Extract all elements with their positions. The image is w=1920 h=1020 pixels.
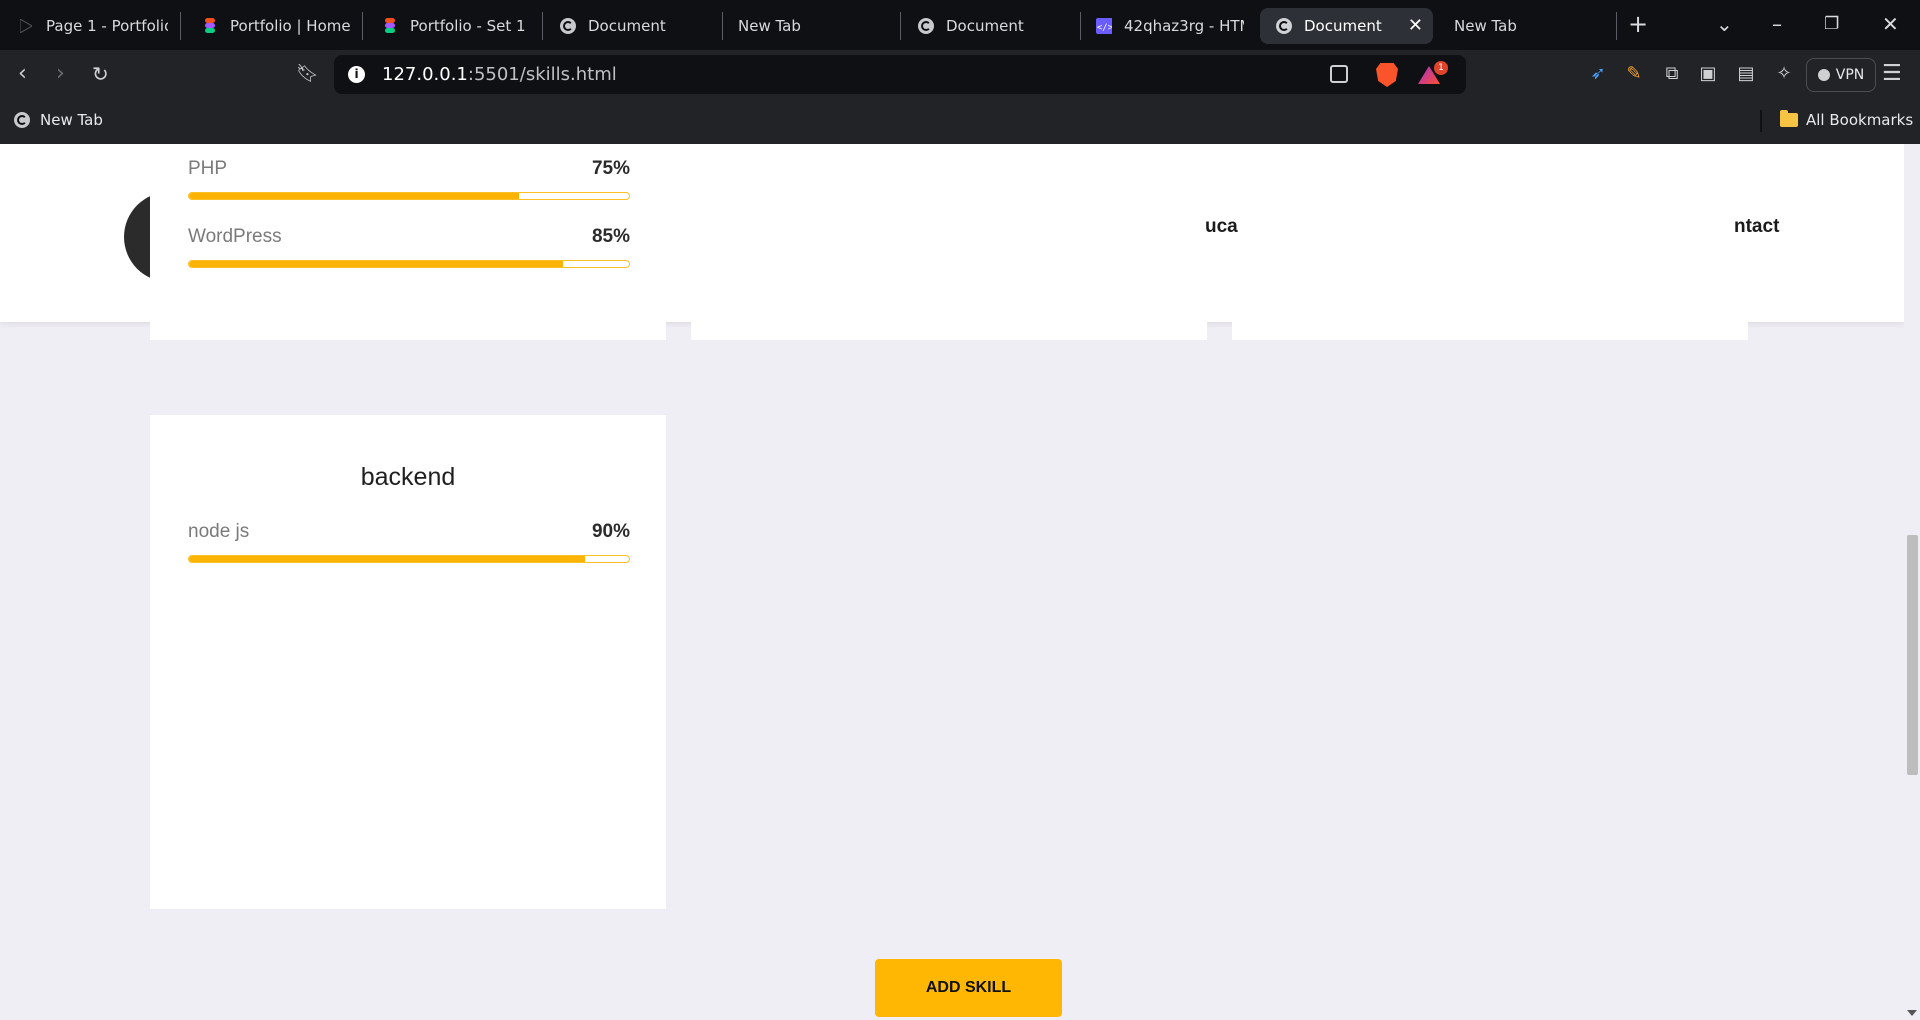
tab-title: New Tab bbox=[738, 17, 801, 35]
skill-progress-bar bbox=[188, 260, 630, 268]
globe-icon bbox=[1276, 18, 1292, 34]
tab-title: Document bbox=[946, 17, 1024, 35]
tab-divider bbox=[900, 12, 901, 40]
tab-document-1[interactable]: Document bbox=[560, 8, 710, 44]
tab-divider bbox=[1080, 12, 1081, 40]
scrollbar-thumb[interactable] bbox=[1907, 535, 1918, 775]
skill-percent: 75% bbox=[591, 158, 630, 179]
tab-divider bbox=[180, 12, 181, 40]
skill-card-top-right bbox=[1232, 314, 1748, 340]
skill-name: PHP bbox=[188, 158, 228, 179]
svg-text:</>: </> bbox=[1097, 23, 1112, 33]
window-close-icon[interactable]: ✕ bbox=[1882, 12, 1899, 36]
skill-progress-fill bbox=[189, 261, 563, 267]
url-host: 127.0.0.1 bbox=[382, 64, 468, 85]
bookmark-label: New Tab bbox=[40, 111, 103, 129]
globe-icon bbox=[14, 112, 30, 128]
tab-title: 42qhaz3rg - HTM bbox=[1124, 17, 1244, 35]
globe-icon bbox=[560, 18, 576, 34]
tab-title: Portfolio | Home A bbox=[230, 17, 350, 35]
tab-document-active[interactable]: Document ✕ bbox=[1260, 8, 1433, 44]
page-scrollbar[interactable] bbox=[1904, 144, 1920, 1020]
tab-portfolio-set1[interactable]: Portfolio - Set 1 – bbox=[382, 8, 530, 44]
tab-new-tab-2[interactable]: New Tab bbox=[1454, 8, 1604, 44]
add-skill-button[interactable]: ADD SKILL bbox=[875, 959, 1062, 1017]
minimize-icon[interactable]: – bbox=[1772, 12, 1782, 36]
skill-progress-bar bbox=[188, 555, 630, 563]
vpn-label: VPN bbox=[1835, 67, 1865, 83]
bookmarks-divider bbox=[1760, 110, 1762, 132]
nav-link-education[interactable]: uca bbox=[1205, 216, 1238, 238]
skill-progress-bar bbox=[188, 192, 630, 200]
url-text[interactable]: 127.0.0.1:5501/skills.html bbox=[382, 64, 617, 85]
play-icon bbox=[18, 18, 34, 34]
address-bar[interactable]: i 127.0.0.1:5501/skills.html bbox=[334, 55, 1466, 94]
tab-page1[interactable]: Page 1 - Portfolio bbox=[18, 8, 168, 44]
figma-icon bbox=[382, 18, 398, 34]
site-info-icon[interactable]: i bbox=[348, 66, 365, 83]
forward-icon[interactable]: › bbox=[56, 60, 65, 88]
tab-title: New Tab bbox=[1454, 17, 1517, 35]
tab-divider bbox=[1616, 12, 1617, 40]
skill-percent: 85% bbox=[591, 226, 630, 247]
close-icon[interactable]: ✕ bbox=[1408, 16, 1423, 36]
share-icon[interactable] bbox=[1330, 65, 1348, 83]
skill-name: node js bbox=[188, 521, 250, 542]
tab-title: Portfolio - Set 1 – bbox=[410, 17, 530, 35]
folder-icon bbox=[1780, 110, 1798, 127]
skill-card-backend: backend node js 90% bbox=[150, 415, 666, 909]
tab-divider bbox=[542, 12, 543, 40]
menu-icon[interactable]: ☰ bbox=[1882, 62, 1902, 86]
tab-search-chevron-icon[interactable]: ⌄ bbox=[1716, 12, 1733, 36]
code-icon: </> bbox=[1096, 18, 1112, 34]
skill-card-top-middle bbox=[691, 314, 1207, 340]
new-tab-plus-icon[interactable]: + bbox=[1628, 12, 1648, 36]
nav-link-contact[interactable]: ntact bbox=[1734, 216, 1779, 238]
tab-divider bbox=[362, 12, 363, 40]
bookmark-icon[interactable]: 🔖︎ bbox=[296, 60, 319, 88]
page-viewport: uca ntact PHP 75% WordPress 85% backend … bbox=[0, 144, 1904, 1020]
rewards-badge: 1 bbox=[1434, 61, 1448, 75]
tab-title: Page 1 - Portfolio bbox=[46, 17, 168, 35]
url-path: :5501/skills.html bbox=[467, 64, 617, 85]
globe-icon bbox=[918, 18, 934, 34]
all-bookmarks-label: All Bookmarks bbox=[1806, 111, 1914, 129]
leo-ai-icon[interactable]: ✧ bbox=[1774, 64, 1794, 84]
reload-icon[interactable]: ↻ bbox=[92, 60, 109, 88]
scroll-down-arrow-icon[interactable] bbox=[1907, 1010, 1917, 1016]
skill-progress-fill bbox=[189, 193, 519, 199]
vpn-button[interactable]: VPN bbox=[1806, 58, 1876, 92]
pen-extension-icon[interactable]: ✎ bbox=[1624, 64, 1644, 84]
tab-portfolio-home[interactable]: Portfolio | Home A bbox=[202, 8, 350, 44]
vpn-status-icon bbox=[1817, 69, 1830, 81]
tab-new-tab-1[interactable]: New Tab bbox=[738, 8, 888, 44]
skill-progress-fill bbox=[189, 556, 585, 562]
skill-card-top-left: PHP 75% WordPress 85% bbox=[150, 144, 666, 340]
card-title: backend bbox=[360, 463, 456, 491]
skill-name: WordPress bbox=[188, 226, 282, 247]
wallet-icon[interactable]: ▤ bbox=[1736, 64, 1756, 84]
tab-divider bbox=[722, 12, 723, 40]
figma-icon bbox=[202, 18, 218, 34]
bookmarks-bar: New Tab All Bookmarks bbox=[0, 100, 1920, 144]
back-icon[interactable]: ‹ bbox=[18, 60, 27, 88]
skill-percent: 90% bbox=[591, 521, 630, 542]
sidebar-icon[interactable]: ▣ bbox=[1698, 64, 1718, 84]
extensions-puzzle-icon[interactable]: ⧉ bbox=[1662, 64, 1682, 84]
restore-icon[interactable]: ❐ bbox=[1824, 12, 1839, 36]
bookmark-new-tab[interactable]: New Tab bbox=[14, 111, 103, 129]
tab-title: Document bbox=[588, 17, 666, 35]
tab-title: Document bbox=[1304, 17, 1382, 35]
all-bookmarks-button[interactable]: All Bookmarks bbox=[1780, 110, 1914, 129]
tab-strip: Page 1 - Portfolio Portfolio | Home A Po… bbox=[0, 0, 1920, 50]
tab-42qhaz3rg[interactable]: </> 42qhaz3rg - HTM bbox=[1096, 8, 1244, 44]
tab-document-2[interactable]: Document bbox=[918, 8, 1068, 44]
cursor-extension-icon[interactable]: ➶ bbox=[1588, 64, 1608, 84]
